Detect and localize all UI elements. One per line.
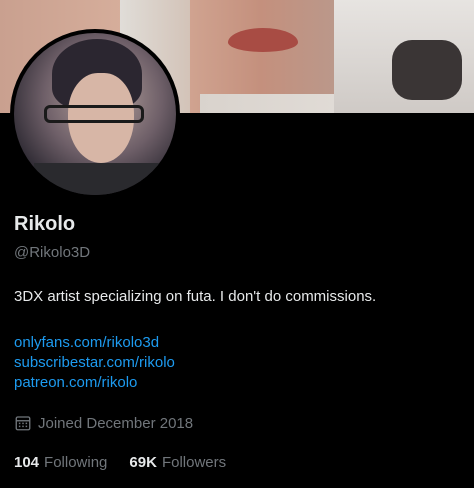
link-onlyfans[interactable]: onlyfans.com/rikolo3d: [14, 333, 175, 353]
followers-stat[interactable]: 69K Followers: [129, 454, 226, 471]
profile-bio: 3DX artist specializing on futa. I don't…: [14, 288, 377, 305]
calendar-icon: [15, 416, 31, 431]
profile-stats: 104 Following 69K Followers: [14, 454, 226, 471]
followers-label: Followers: [161, 454, 227, 471]
link-patreon[interactable]: patreon.com/rikolo: [14, 373, 175, 393]
joined-date: Joined December 2018: [14, 414, 193, 432]
avatar-glasses-shape: [44, 105, 144, 123]
profile-handle: @Rikolo3D: [14, 244, 91, 261]
followers-count: 69K: [129, 454, 157, 471]
following-count: 104: [14, 454, 40, 471]
avatar[interactable]: [10, 29, 180, 199]
avatar-shirt-shape: [34, 163, 164, 195]
link-subscribestar[interactable]: subscribestar.com/rikolo: [14, 353, 175, 373]
profile-name: Rikolo: [14, 213, 76, 235]
banner-lips-shape: [228, 28, 298, 52]
profile-links: onlyfans.com/rikolo3d subscribestar.com/…: [14, 333, 175, 393]
banner-glove-shape: [392, 40, 462, 100]
joined-label: Joined December 2018: [38, 414, 194, 432]
following-stat[interactable]: 104 Following: [14, 454, 107, 471]
following-label: Following: [44, 454, 108, 471]
avatar-image: [14, 33, 176, 195]
